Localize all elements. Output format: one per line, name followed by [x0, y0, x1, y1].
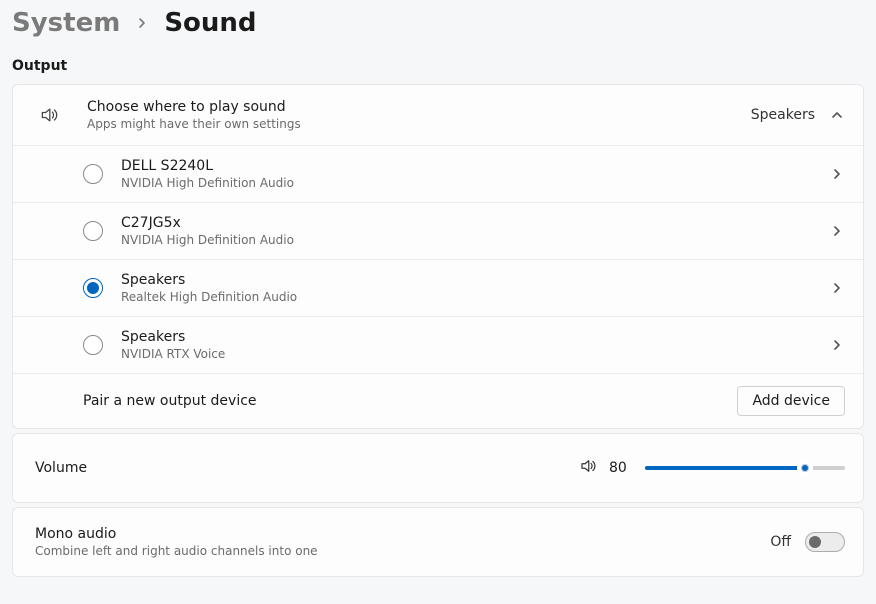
device-driver: NVIDIA RTX Voice	[121, 347, 829, 361]
chevron-right-icon[interactable]	[829, 280, 845, 296]
mono-audio-state: Off	[770, 534, 791, 550]
pair-device-row: Pair a new output device Add device	[13, 373, 863, 428]
volume-row[interactable]: Volume 80	[13, 434, 863, 502]
device-name: Speakers	[121, 272, 829, 288]
radio[interactable]	[83, 164, 103, 184]
choose-where-row[interactable]: Choose where to play sound Apps might ha…	[13, 85, 863, 145]
chevron-up-icon[interactable]	[829, 107, 845, 123]
pair-device-label: Pair a new output device	[83, 393, 737, 409]
speaker-icon	[35, 105, 63, 125]
chevron-right-icon	[136, 17, 148, 29]
device-row[interactable]: Speakers Realtek High Definition Audio	[13, 259, 863, 316]
chevron-right-icon[interactable]	[829, 166, 845, 182]
add-device-button[interactable]: Add device	[737, 386, 845, 416]
section-output-header: Output	[12, 58, 864, 74]
device-row[interactable]: C27JG5x NVIDIA High Definition Audio	[13, 202, 863, 259]
volume-value: 80	[609, 460, 633, 476]
device-name: DELL S2240L	[121, 158, 829, 174]
mono-audio-row[interactable]: Mono audio Combine left and right audio …	[13, 508, 863, 576]
device-row[interactable]: DELL S2240L NVIDIA High Definition Audio	[13, 145, 863, 202]
radio[interactable]	[83, 335, 103, 355]
breadcrumb-current: Sound	[164, 8, 256, 38]
mono-audio-title: Mono audio	[35, 526, 770, 542]
chevron-right-icon[interactable]	[829, 337, 845, 353]
mono-audio-card: Mono audio Combine left and right audio …	[12, 507, 864, 577]
device-name: Speakers	[121, 329, 829, 345]
device-driver: NVIDIA High Definition Audio	[121, 233, 829, 247]
choose-where-sub: Apps might have their own settings	[87, 117, 751, 131]
device-driver: Realtek High Definition Audio	[121, 290, 829, 304]
volume-slider[interactable]	[645, 458, 845, 478]
radio[interactable]	[83, 278, 103, 298]
breadcrumb-parent[interactable]: System	[12, 8, 120, 38]
slider-thumb-icon[interactable]	[797, 460, 813, 476]
selected-device-summary: Speakers	[751, 107, 815, 123]
radio[interactable]	[83, 221, 103, 241]
device-driver: NVIDIA High Definition Audio	[121, 176, 829, 190]
mono-audio-sub: Combine left and right audio channels in…	[35, 544, 770, 558]
volume-label: Volume	[35, 460, 579, 476]
speaker-icon[interactable]	[579, 457, 597, 479]
device-name: C27JG5x	[121, 215, 829, 231]
device-row[interactable]: Speakers NVIDIA RTX Voice	[13, 316, 863, 373]
breadcrumb: System Sound	[12, 8, 864, 38]
mono-audio-toggle[interactable]	[805, 532, 845, 552]
chevron-right-icon[interactable]	[829, 223, 845, 239]
volume-card: Volume 80	[12, 433, 864, 503]
choose-where-title: Choose where to play sound	[87, 99, 751, 115]
output-choose-group: Choose where to play sound Apps might ha…	[12, 84, 864, 429]
